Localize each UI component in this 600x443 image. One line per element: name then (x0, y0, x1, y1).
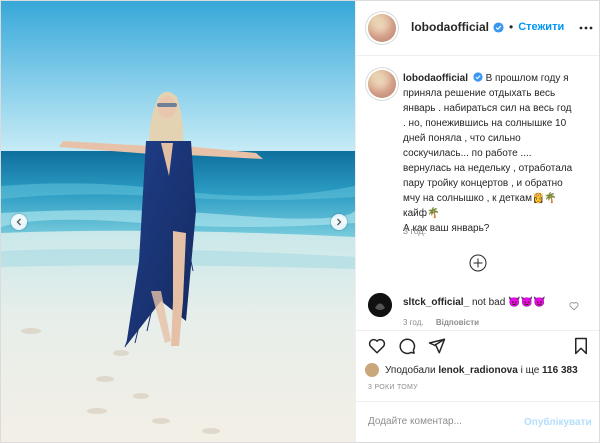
commenter-avatar[interactable] (368, 293, 392, 317)
verified-badge-icon (473, 72, 483, 82)
header-dot-separator: • (509, 20, 514, 34)
caption-line: . но, понежившись на солнышке 10 (403, 118, 567, 129)
post-side-panel: lobodaofficial • Стежити lobodaofficial (355, 1, 599, 442)
comment-body: not bad 😈😈😈 (471, 297, 546, 308)
caption-username[interactable]: lobodaofficial (403, 73, 468, 84)
follow-button[interactable]: Стежити (518, 21, 564, 33)
likes-suffix: і ще (520, 364, 540, 376)
post-caption: lobodaofficial В прошлом году я приняла … (403, 71, 588, 236)
post-header: lobodaofficial • Стежити (356, 1, 599, 56)
likes-prefix: Уподобали (385, 364, 436, 376)
share-icon[interactable] (428, 337, 446, 355)
beach-photo (1, 1, 355, 442)
add-comment-bar: Опублікувати (356, 401, 599, 442)
caption-line: вернулась на недельку , отработала (403, 163, 573, 174)
heart-icon[interactable] (368, 337, 386, 355)
publish-button[interactable]: Опублікувати (524, 417, 592, 428)
caption-timestamp[interactable]: 3 год. (403, 226, 426, 236)
comment-input[interactable] (368, 416, 528, 427)
caption-author-avatar[interactable] (368, 70, 396, 98)
instagram-post-modal: lobodaofficial • Стежити lobodaofficial (0, 0, 600, 443)
comment-icon[interactable] (398, 337, 416, 355)
caption-line: приняла решение отдыхать весь (403, 88, 556, 99)
commenter-avatar-image (368, 293, 392, 317)
plus-circle-icon[interactable] (469, 254, 487, 272)
post-actions-bar (356, 330, 599, 361)
author-avatar[interactable] (368, 14, 396, 42)
reply-button[interactable]: Відповісти (436, 318, 479, 327)
previous-photo-button[interactable] (11, 214, 27, 230)
caption-line: кайф🌴 (403, 208, 440, 219)
liker-avatar[interactable] (365, 363, 379, 377)
caption-line: пару тройку концертов , и обратно (403, 178, 563, 189)
caption-line: мчу на солнышко , к деткам👸🌴 (403, 193, 557, 204)
caption-line: соскучилась... по работе .... (403, 148, 532, 159)
heart-icon[interactable] (569, 301, 579, 311)
chevron-right-icon (337, 218, 342, 226)
post-time-ago[interactable]: 3 РОКИ ТОМУ (368, 384, 418, 391)
next-photo-button[interactable] (331, 214, 347, 230)
caption-line: дней поняла , что сильно (403, 133, 521, 144)
comment-text: sltck_official_ not bad 😈😈😈 (403, 297, 545, 308)
bookmark-icon[interactable] (572, 337, 590, 355)
verified-badge-icon (493, 21, 504, 33)
likes-summary: Уподобали lenok_radionova і ще 116 383 (365, 363, 578, 377)
author-username[interactable]: lobodaofficial (411, 20, 489, 34)
comments-list[interactable]: lobodaofficial В прошлом году я приняла … (356, 56, 599, 330)
commenter-username[interactable]: sltck_official_ (403, 297, 469, 308)
comment-meta: 3 год. Відповісти (403, 318, 489, 327)
likes-count[interactable]: 116 383 (542, 365, 578, 376)
caption-line: январь . набираться сил на весь год (403, 103, 572, 114)
chevron-left-icon (16, 218, 21, 226)
caption-line: В прошлом году я (485, 73, 569, 84)
post-photo[interactable] (1, 1, 355, 442)
comment-timestamp[interactable]: 3 год. (403, 318, 424, 327)
more-options-icon[interactable] (578, 21, 594, 35)
liker-username[interactable]: lenok_radionova (438, 365, 517, 376)
